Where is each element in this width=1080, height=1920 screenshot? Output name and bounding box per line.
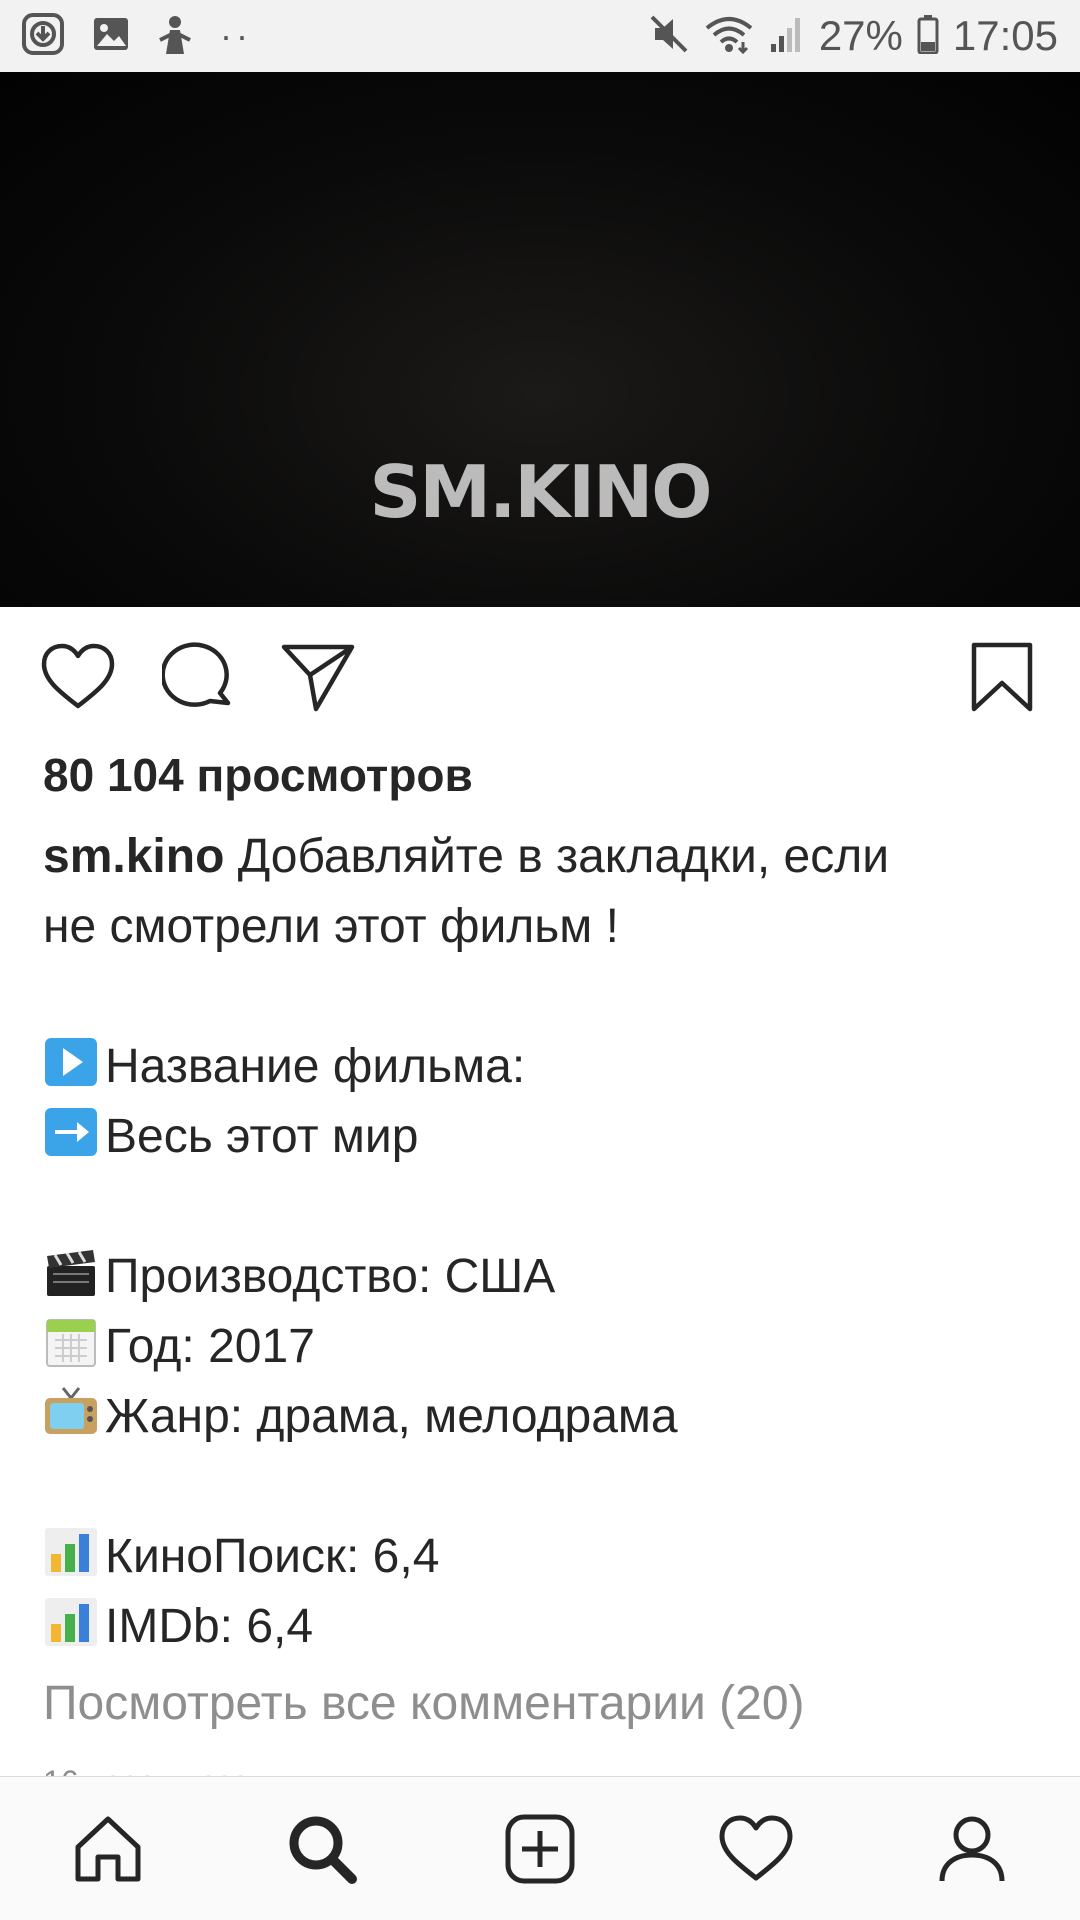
profile-icon[interactable] (932, 1809, 1012, 1889)
status-bar-right: 27% 17:05 (635, 12, 1058, 60)
activity-heart-icon[interactable] (716, 1809, 796, 1889)
caption-line: Жанр: драма, мелодрама (43, 1382, 1043, 1452)
heart-icon[interactable] (38, 637, 118, 717)
comment-icon[interactable] (158, 637, 238, 717)
more-dots-icon: ·· (220, 15, 252, 56)
caption-text: не смотрели этот фильм ! (43, 900, 619, 953)
post-time: 16 часов назад (43, 1756, 268, 1778)
image-icon (92, 16, 130, 57)
bar-chart-emoji-icon (43, 1594, 99, 1650)
search-icon[interactable] (282, 1809, 362, 1889)
bottom-navigation (0, 1776, 1080, 1920)
view-all-comments-link[interactable]: Посмотреть все комментарии (20) (43, 1676, 805, 1731)
kinopoisk-rating: КиноПоиск: 6,4 (105, 1530, 440, 1583)
status-bar: ·· 27% 17:05 (0, 0, 1080, 72)
add-post-icon[interactable] (500, 1809, 580, 1889)
movie-title-value: Весь этот мир (105, 1110, 419, 1163)
bookmark-icon[interactable] (962, 637, 1042, 717)
clapper-board-emoji-icon (43, 1244, 99, 1300)
share-icon[interactable] (278, 637, 358, 717)
battery-percent: 27% (818, 12, 903, 59)
clock: 17:05 (952, 12, 1058, 59)
status-bar-left: ·· (22, 12, 280, 60)
caption-line: Название фильма: (43, 1032, 1043, 1102)
bar-chart-emoji-icon (43, 1524, 99, 1580)
caption-line: IMDb: 6,4 (43, 1592, 1043, 1662)
signal-icon (769, 14, 805, 59)
play-button-emoji-icon (43, 1034, 99, 1090)
caption-text: Добавляйте в закладки, если (224, 830, 890, 883)
caption-line: Год: 2017 (43, 1312, 1043, 1382)
caption-line: не смотрели этот фильм ! (43, 892, 1043, 962)
caption-line: sm.kino Добавляйте в закладки, если (43, 822, 1043, 892)
mute-icon (649, 14, 689, 59)
genre-text: Жанр: драма, мелодрама (105, 1390, 678, 1443)
download-icon (22, 12, 64, 60)
video-player[interactable]: SM.KINO (0, 72, 1080, 607)
battery-icon (917, 14, 939, 59)
caption-line: Весь этот мир (43, 1102, 1043, 1172)
views-count[interactable]: 80 104 просмотров (43, 748, 473, 802)
imdb-rating: IMDb: 6,4 (105, 1600, 314, 1653)
post-actions (0, 607, 1080, 747)
movie-title-label: Название фильма: (105, 1040, 526, 1093)
notification-icon (158, 14, 192, 59)
production-text: Производство: США (105, 1250, 556, 1303)
right-arrow-emoji-icon (43, 1104, 99, 1160)
television-emoji-icon (43, 1384, 99, 1440)
caption-line: Производство: США (43, 1242, 1043, 1312)
home-icon[interactable] (68, 1809, 148, 1889)
post-caption: sm.kino Добавляйте в закладки, если не с… (43, 822, 1043, 1662)
caption-line: КиноПоиск: 6,4 (43, 1522, 1043, 1592)
calendar-emoji-icon (43, 1314, 99, 1370)
year-text: Год: 2017 (105, 1320, 315, 1373)
video-watermark: SM.KINO (369, 450, 713, 534)
wifi-icon (703, 14, 755, 59)
username-link[interactable]: sm.kino (43, 830, 224, 883)
